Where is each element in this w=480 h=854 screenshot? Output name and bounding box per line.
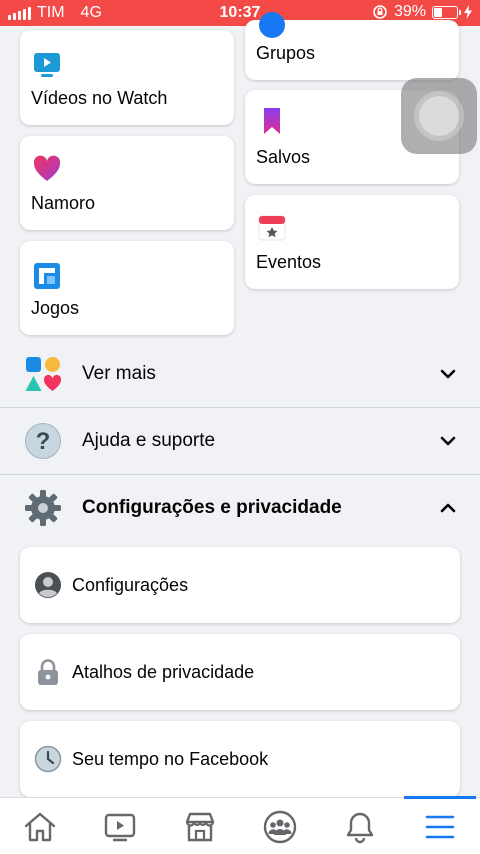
- marketplace-icon: [185, 812, 215, 841]
- chevron-down-icon[interactable]: [438, 364, 458, 384]
- chevron-down-icon[interactable]: [438, 431, 458, 451]
- chevron-up-icon[interactable]: [438, 498, 458, 518]
- bookmark-icon: [264, 108, 280, 134]
- help-question-icon: ?: [25, 423, 61, 459]
- settings-privacy-section[interactable]: Configurações e privacidade: [0, 475, 480, 541]
- user-circle-icon: [35, 572, 61, 598]
- shortcut-watch-label: Vídeos no Watch: [31, 88, 168, 108]
- shortcut-saved-label: Salvos: [256, 147, 311, 167]
- time-on-facebook-row[interactable]: Seu tempo no Facebook: [20, 721, 460, 797]
- orientation-lock-icon: [373, 5, 387, 19]
- shortcut-dating[interactable]: Namoro: [20, 136, 234, 230]
- groups-icon: [259, 12, 285, 38]
- clock-icon: [34, 745, 62, 773]
- calendar-star-icon: [258, 215, 286, 241]
- watch-icon: [104, 813, 136, 841]
- nav-watch[interactable]: [80, 798, 160, 854]
- nav-home[interactable]: [0, 798, 80, 854]
- nav-groups[interactable]: [240, 798, 320, 854]
- help-section[interactable]: ? Ajuda e suporte: [0, 408, 480, 474]
- time-on-facebook-label: Seu tempo no Facebook: [72, 748, 269, 769]
- see-more-title: Ver mais: [82, 363, 156, 384]
- shortcut-dating-label: Namoro: [31, 193, 96, 213]
- nav-menu[interactable]: [400, 798, 480, 854]
- home-icon: [24, 812, 56, 841]
- games-icon: [34, 263, 60, 289]
- nav-marketplace[interactable]: [160, 798, 240, 854]
- svg-text:?: ?: [36, 428, 51, 455]
- watch-icon: [34, 53, 60, 77]
- bottom-navigation: [0, 796, 480, 854]
- shortcut-watch[interactable]: Vídeos no Watch: [20, 30, 234, 125]
- shortcut-games[interactable]: Jogos: [20, 241, 234, 335]
- gear-icon: [25, 490, 61, 526]
- dating-heart-icon: [33, 155, 61, 181]
- settings-row[interactable]: Configurações: [20, 547, 460, 623]
- menu-icon: [425, 815, 455, 838]
- shortcut-games-label: Jogos: [31, 298, 80, 318]
- see-more-section[interactable]: Ver mais: [0, 341, 480, 407]
- shortcut-events-label: Eventos: [256, 252, 322, 272]
- shortcut-events[interactable]: Eventos: [245, 195, 459, 289]
- shortcut-groups[interactable]: Grupos: [245, 12, 459, 80]
- see-more-icon: [25, 357, 62, 391]
- shortcut-groups-label: Grupos: [256, 43, 316, 63]
- battery-percent: 39%: [393, 3, 426, 20]
- nav-notifications[interactable]: [320, 798, 400, 854]
- help-title: Ajuda e suporte: [82, 430, 216, 451]
- charging-icon: [464, 5, 472, 19]
- notifications-icon: [346, 812, 374, 843]
- battery-icon: [432, 5, 461, 19]
- assistive-touch-button[interactable]: [401, 78, 477, 154]
- groups-icon: [263, 810, 297, 843]
- privacy-shortcuts-label: Atalhos de privacidade: [72, 661, 255, 682]
- settings-row-label: Configurações: [72, 574, 189, 595]
- privacy-shortcuts-row[interactable]: Atalhos de privacidade: [20, 634, 460, 710]
- settings-privacy-title: Configurações e privacidade: [82, 497, 342, 518]
- lock-icon: [38, 659, 58, 685]
